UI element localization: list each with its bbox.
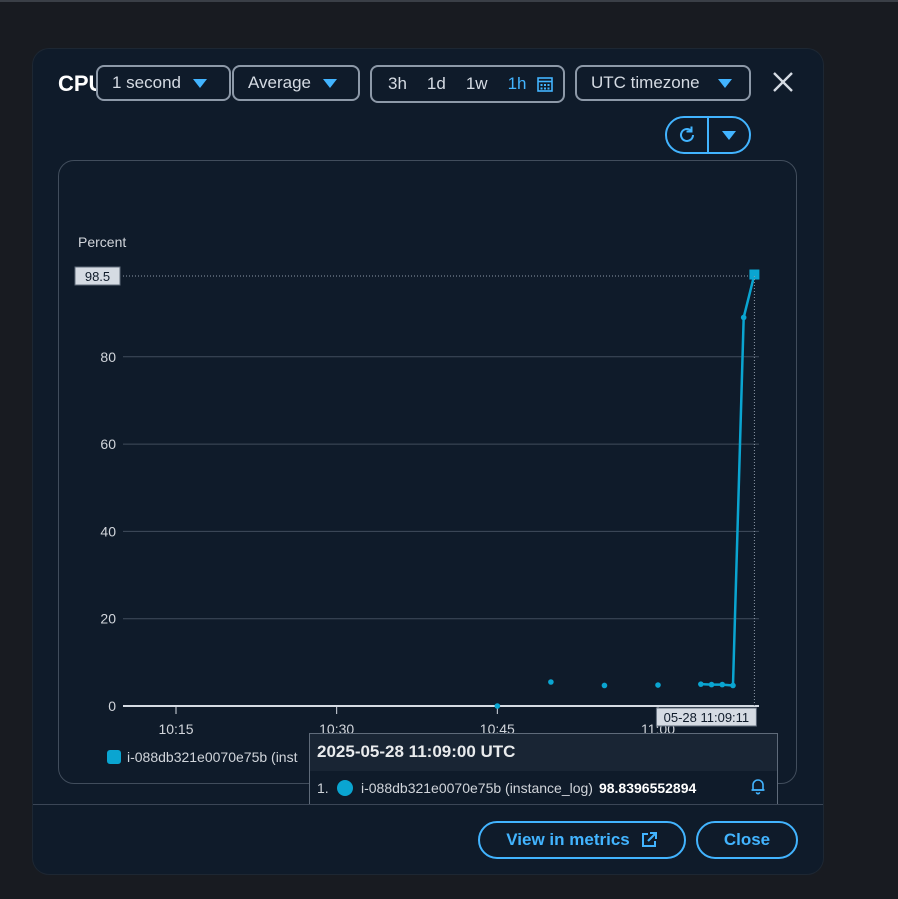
view-in-metrics-button[interactable]: View in metrics	[478, 821, 686, 859]
refresh-options-button[interactable]	[709, 118, 749, 152]
close-label: Close	[723, 830, 771, 849]
y-tick-label: 80	[100, 349, 116, 365]
legend-label: i-088db321e0070e75b (inst	[127, 749, 298, 765]
data-point[interactable]	[548, 679, 554, 685]
window-top-border	[0, 0, 898, 2]
y-axis-label: Percent	[78, 234, 126, 250]
tooltip-timestamp: 2025-05-28 11:09:00 UTC	[317, 742, 516, 761]
close-icon[interactable]	[770, 69, 796, 95]
tooltip-row: 1. i-088db321e0070e75b (instance_log) 98…	[310, 771, 777, 805]
y-tick-label: 0	[108, 698, 116, 714]
footer-divider	[33, 804, 823, 805]
data-point[interactable]	[730, 682, 736, 689]
data-point[interactable]	[698, 681, 704, 687]
range-1w[interactable]: 1w	[456, 74, 498, 94]
period-dropdown[interactable]: 1 second	[96, 65, 231, 101]
data-point[interactable]	[719, 681, 726, 688]
external-link-icon	[641, 832, 657, 847]
legend-swatch	[107, 750, 121, 764]
calendar-icon[interactable]	[536, 76, 553, 92]
data-point[interactable]	[601, 682, 608, 689]
statistic-label: Average	[248, 73, 312, 92]
tooltip-series-name: i-088db321e0070e75b (instance_log)	[361, 780, 593, 796]
bell-icon[interactable]	[749, 777, 767, 795]
tooltip-index: 1.	[317, 780, 329, 796]
y-tick-label: 20	[100, 611, 116, 627]
series-line	[700, 274, 756, 687]
statistic-dropdown[interactable]: Average	[232, 65, 360, 101]
caret-down-icon	[193, 78, 207, 88]
data-point[interactable]	[708, 681, 715, 688]
data-tooltip: 2025-05-28 11:09:00 UTC 1. i-088db321e00…	[309, 733, 778, 805]
range-1h[interactable]: 1h	[498, 74, 535, 94]
tooltip-value: 98.8396552894	[598, 780, 697, 796]
close-button[interactable]: Close	[696, 821, 798, 859]
chart-container: Percent 0 20 40 60 80 98.5 10:15 10:30 10:45 11:…	[58, 160, 797, 784]
chart-legend[interactable]: i-088db321e0070e75b (inst	[107, 749, 297, 765]
data-point[interactable]	[749, 269, 760, 280]
data-point[interactable]	[740, 314, 747, 321]
refresh-button[interactable]	[667, 118, 707, 152]
y-max-label: 98.5	[85, 269, 110, 284]
series-dot	[337, 780, 353, 796]
caret-down-icon	[722, 130, 736, 140]
crosshair-label: 05-28 11:09:11	[664, 710, 750, 725]
cpu-chart[interactable]: Percent 02040608098.5 10:15 10:30 10:45 11:…	[59, 161, 798, 785]
time-range-selector: 3h 1d 1w 1h	[370, 65, 565, 103]
metric-modal: CPU 1 second Average 3h 1d 1w 1h UTC tim…	[33, 49, 823, 874]
y-tick-label: 40	[100, 523, 116, 539]
range-3h[interactable]: 3h	[378, 74, 417, 94]
y-tick-label: 60	[100, 436, 116, 452]
timezone-label: UTC timezone	[591, 73, 700, 92]
view-in-metrics-label: View in metrics	[506, 830, 630, 849]
refresh-icon	[680, 126, 694, 142]
period-label: 1 second	[112, 73, 181, 92]
x-tick-label: 10:15	[158, 721, 193, 737]
data-point[interactable]	[494, 703, 501, 709]
caret-down-icon	[717, 78, 732, 88]
caret-down-icon	[323, 78, 338, 88]
refresh-button-group	[665, 116, 751, 154]
timezone-dropdown[interactable]: UTC timezone	[575, 65, 751, 101]
data-point[interactable]	[655, 682, 661, 688]
modal-title: CPU	[58, 71, 98, 96]
range-1d[interactable]: 1d	[417, 74, 456, 94]
